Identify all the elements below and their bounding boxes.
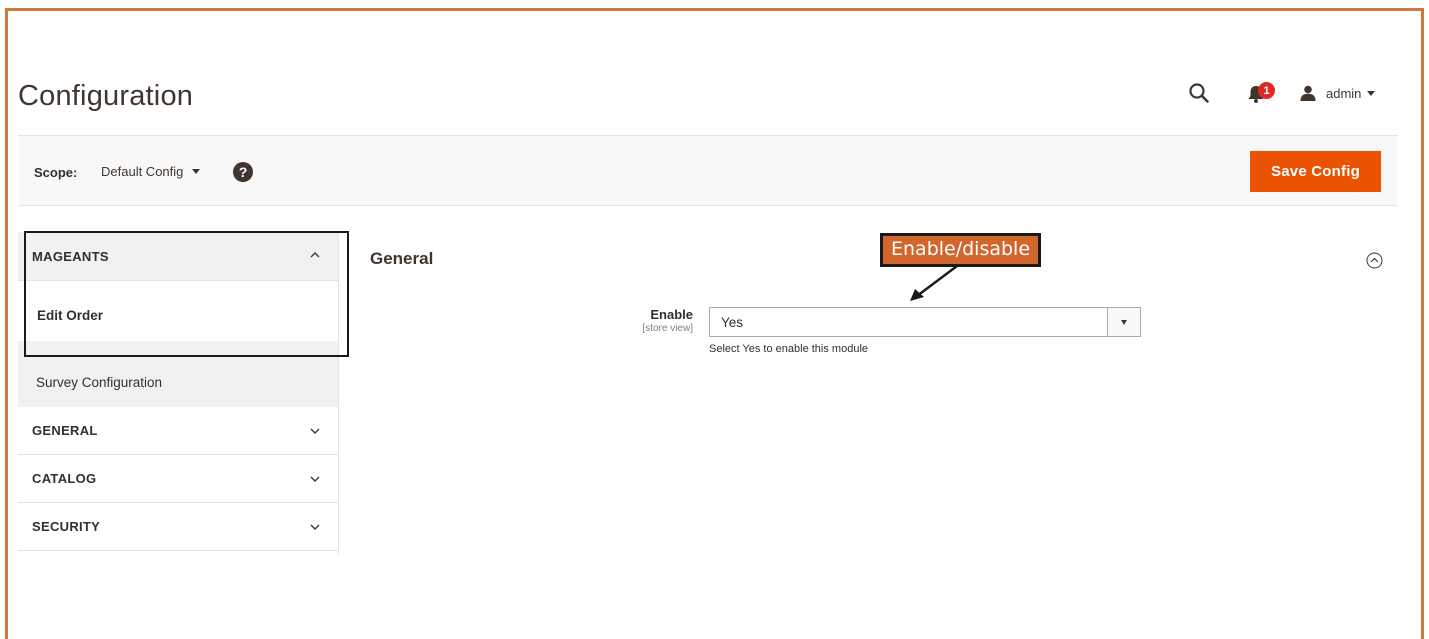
- notifications-button[interactable]: 1: [1246, 82, 1275, 104]
- enable-select-value: Yes: [721, 315, 744, 330]
- scope-label: Scope:: [34, 165, 78, 180]
- sidebar-tab-catalog[interactable]: CATALOG: [18, 455, 339, 503]
- search-icon[interactable]: [1188, 82, 1210, 104]
- sidebar-divider: [338, 232, 339, 554]
- scope-value: Default Config: [101, 164, 184, 179]
- sidebar-tab-security[interactable]: SECURITY: [18, 503, 339, 551]
- field-label-text: Enable: [650, 307, 693, 322]
- save-config-button[interactable]: Save Config: [1250, 151, 1381, 192]
- chevron-down-icon: [192, 169, 201, 174]
- field-scope-note: [store view]: [642, 323, 693, 334]
- scope-switcher[interactable]: Default Config: [101, 164, 201, 179]
- chevron-up-icon: [310, 252, 320, 258]
- help-icon[interactable]: ?: [233, 162, 253, 182]
- sidebar-item-survey-configuration[interactable]: Survey Configuration: [18, 341, 339, 407]
- chevron-down-icon: [310, 476, 320, 482]
- sidebar-group-label: MAGEANTS: [32, 248, 109, 264]
- notification-badge: 1: [1258, 82, 1275, 99]
- chevron-down-icon: [1367, 90, 1376, 96]
- collapse-icon[interactable]: [1366, 252, 1383, 269]
- enable-select[interactable]: Yes: [709, 307, 1141, 337]
- enable-field-label: Enable [store view]: [642, 307, 693, 334]
- sidebar-tab-general[interactable]: GENERAL: [18, 407, 339, 455]
- config-sidebar: MAGEANTS Edit Order Survey Configuration…: [18, 232, 339, 554]
- user-name: admin: [1326, 85, 1362, 101]
- page-title: Configuration: [18, 80, 194, 112]
- sidebar-tab-label: GENERAL: [32, 423, 98, 438]
- chevron-down-icon: [1121, 320, 1127, 325]
- user-icon: [1300, 85, 1316, 101]
- enable-field-note: Select Yes to enable this module: [709, 343, 869, 355]
- select-arrow: [1107, 308, 1140, 336]
- scope-bar: Scope: Default Config ? Save Config: [18, 135, 1398, 206]
- section-title-general[interactable]: General: [370, 249, 433, 269]
- sidebar-tab-label: CATALOG: [32, 471, 97, 486]
- chevron-down-icon: [310, 428, 320, 434]
- user-menu[interactable]: admin: [1300, 82, 1376, 104]
- sidebar-item-edit-order[interactable]: Edit Order: [18, 289, 339, 341]
- sidebar-group-mageants[interactable]: MAGEANTS: [18, 232, 339, 281]
- chevron-down-icon: [310, 524, 320, 530]
- sidebar-tab-label: SECURITY: [32, 519, 101, 534]
- annotation-arrow: [910, 265, 958, 301]
